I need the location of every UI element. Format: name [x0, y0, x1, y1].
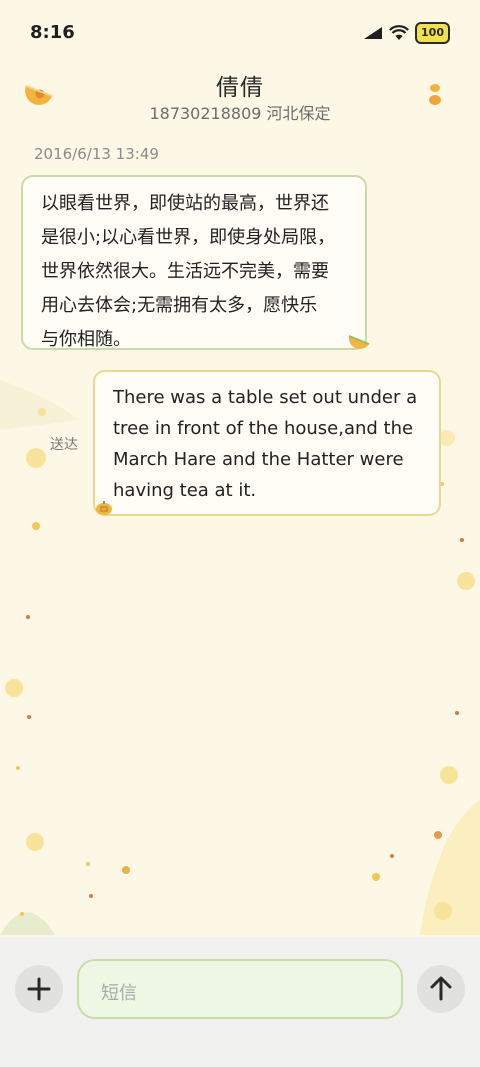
- message-line: March Hare and the Hatter were: [113, 449, 404, 470]
- delivery-status: 送达: [50, 437, 78, 453]
- plus-icon: [27, 977, 51, 1001]
- message-line: 与你相随。: [41, 329, 131, 350]
- pumpkin-icon: [96, 501, 112, 515]
- message-line: There was a table set out under a: [113, 387, 418, 408]
- message-line: having tea at it.: [113, 480, 257, 501]
- incoming-message-bubble[interactable]: 以眼看世界，即使站的最高，世界还 是很小;以心看世界，即使身处局限， 世界依然很…: [21, 175, 367, 350]
- contact-name: 倩倩: [216, 75, 264, 101]
- message-timestamp: 2016/6/13 13:49: [34, 145, 159, 163]
- message-line: 用心去体会;无需拥有太多，愿快乐: [41, 295, 318, 316]
- more-icon[interactable]: [428, 82, 442, 108]
- melon-icon: [25, 85, 53, 105]
- signal-icon: [364, 27, 383, 39]
- arrow-up-icon: [430, 976, 452, 1001]
- message-line: 以眼看世界，即使站的最高，世界还: [41, 193, 329, 214]
- wifi-icon: [389, 25, 410, 40]
- message-line: 世界依然很大。生活远不完美，需要: [41, 261, 329, 282]
- message-line: tree in front of the house,and the: [113, 418, 414, 439]
- outgoing-message-bubble[interactable]: There was a table set out under a tree i…: [93, 370, 441, 516]
- add-attachment-button[interactable]: [15, 965, 63, 1013]
- conversation-header: 倩倩 18730218809 河北保定: [0, 62, 480, 132]
- contact-detail: 18730218809 河北保定: [149, 104, 331, 123]
- status-icons: 100: [363, 22, 450, 44]
- melon-slice-icon: [348, 335, 370, 349]
- message-input[interactable]: 短信: [77, 959, 403, 1019]
- status-bar: 8:16 100: [0, 0, 480, 68]
- battery-icon: 100: [415, 22, 450, 44]
- message-line: 是很小;以心看世界，即使身处局限，: [41, 227, 336, 248]
- input-placeholder: 短信: [101, 983, 137, 1004]
- status-time: 8:16: [30, 22, 75, 43]
- send-button[interactable]: [417, 965, 465, 1013]
